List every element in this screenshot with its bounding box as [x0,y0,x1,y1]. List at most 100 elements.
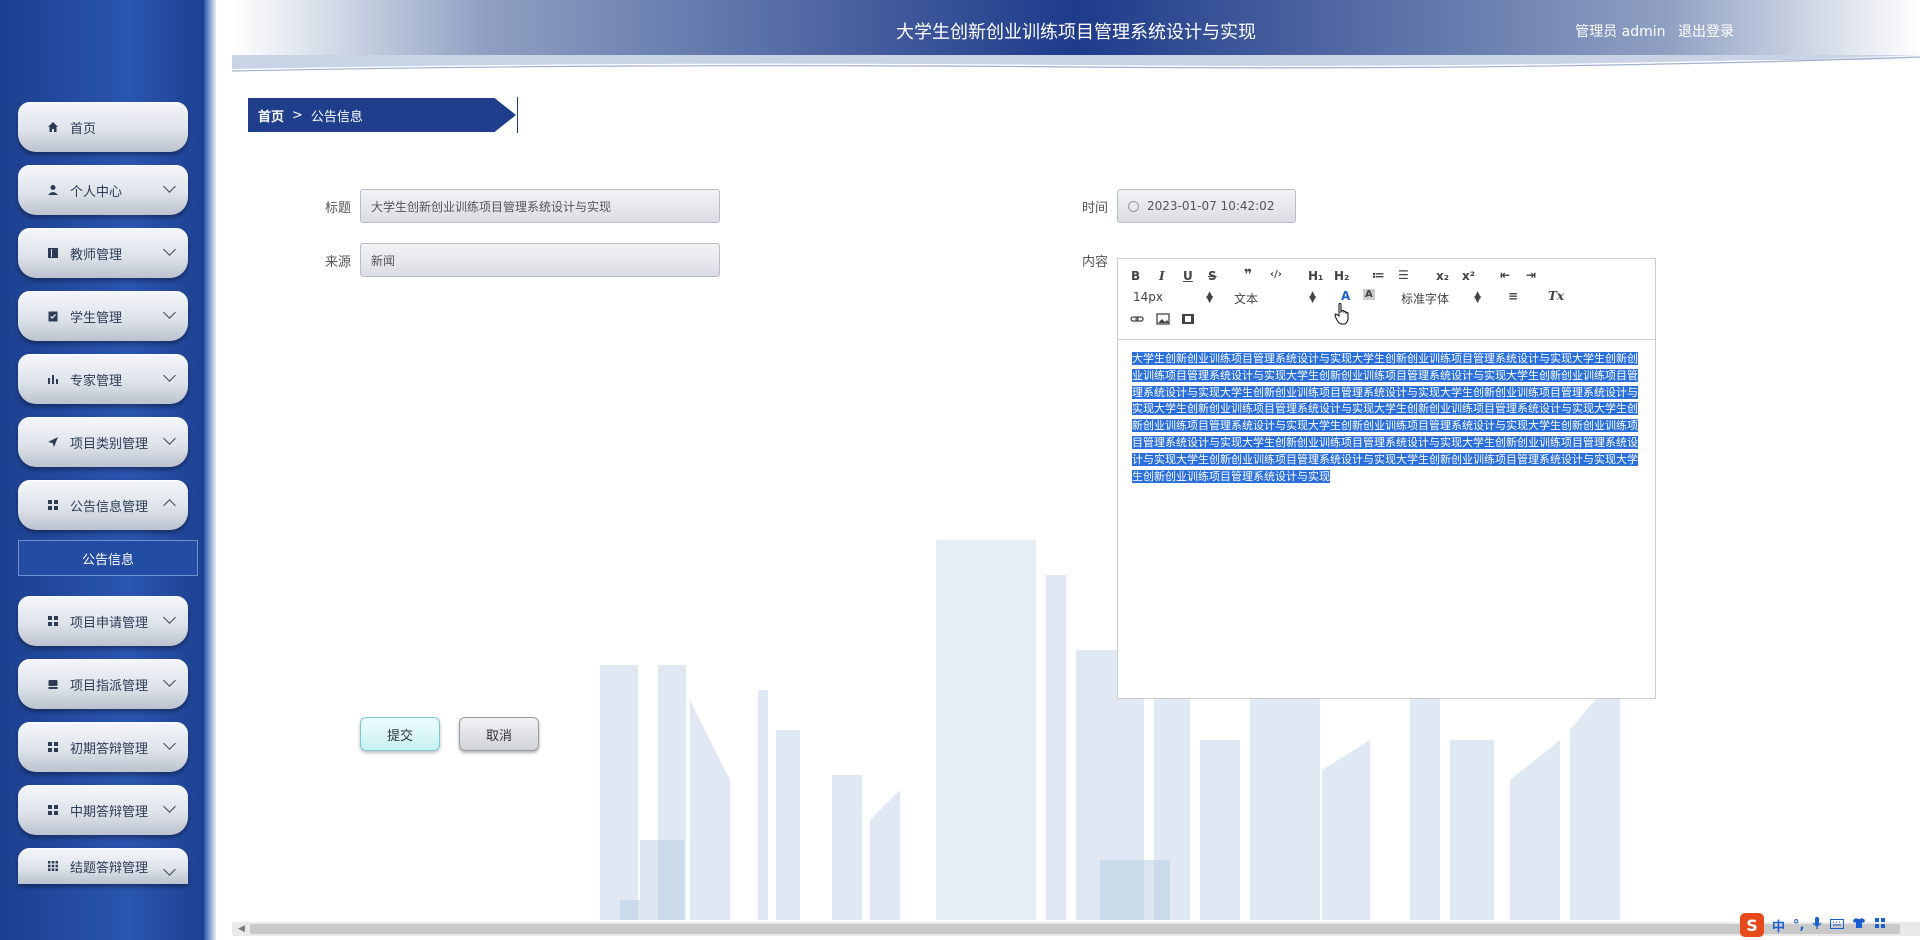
apps-icon [46,859,60,873]
title-field-value: 大学生创新创业训练项目管理系统设计与实现 [371,199,612,214]
bold-button[interactable]: B [1131,269,1140,283]
outdent-button[interactable]: ⇤ [1500,268,1510,282]
superscript-button[interactable]: x² [1462,269,1475,283]
editor-toolbar: B I U S ❞ ‹/› H₁ H₂ ≔ ☰ x₂ x² ⇤ ⇥ 14px ▲ ▼… [1118,259,1655,340]
blockquote-button[interactable]: ❞ [1244,267,1252,283]
video-icon[interactable] [1181,313,1195,328]
logout-link[interactable]: 退出登录 [1678,24,1734,40]
select-arrows-icon: ▲ ▼ [1474,290,1481,305]
sidebar-item-project-assignment[interactable]: 项目指派管理 [18,659,188,709]
ime-grid-icon[interactable] [1874,917,1886,933]
sogou-logo-icon[interactable]: S [1740,913,1764,937]
font-color-button[interactable]: A [1341,289,1350,303]
grid-icon [46,614,60,628]
clock-icon [1128,200,1139,212]
editor-content[interactable]: 大学生创新创业训练项目管理系统设计与实现大学生创新创业训练项目管理系统设计与实现… [1132,351,1638,485]
source-field[interactable]: 新闻 [360,243,720,277]
breadcrumb-separator: > [292,107,303,123]
ime-language-toggle[interactable]: 中 [1772,916,1785,935]
top-header: 大学生创新创业训练项目管理系统设计与实现 管理员 admin 退出登录 [232,0,1920,60]
content-label: 内容 [1082,255,1109,270]
chevron-up-icon [163,499,176,512]
sidebar-item-final-defense[interactable]: 结题答辩管理 [18,848,188,884]
submit-button[interactable]: 提交 [360,717,440,751]
background-color-button[interactable]: A [1363,289,1375,300]
source-field-value: 新闻 [371,253,396,268]
header-wave-decoration [232,55,1920,72]
user-name: 管理员 admin [1575,24,1666,40]
time-field[interactable]: 2023-01-07 10:42:02 [1117,189,1296,223]
keyboard-icon[interactable] [1830,918,1845,933]
sidebar-item-label: 项目指派管理 [70,678,149,694]
scrollbar-thumb[interactable] [250,924,1900,934]
breadcrumb-home[interactable]: 首页 [258,106,284,125]
link-icon[interactable] [1130,313,1144,328]
hand-cursor-icon [1334,303,1349,325]
user-area: 管理员 admin 退出登录 [1567,21,1734,41]
source-label: 来源 [325,255,352,270]
book-icon [46,246,60,260]
sidebar: 首页 个人中心 教师管理 学生管理 专家管理 项目类别管理 公告信息管理 公告信… [0,0,216,940]
ime-punctuation-toggle[interactable]: °, [1793,918,1804,933]
horizontal-scrollbar[interactable]: ◀ [232,922,1920,936]
sidebar-item-announcements[interactable]: 公告信息管理 [18,480,188,530]
heading2-button[interactable]: H₂ [1334,269,1349,283]
user-icon [46,183,60,197]
send-icon [46,435,60,449]
ime-toolbar: S 中 °, [1740,910,1920,940]
skin-shirt-icon[interactable] [1852,917,1866,933]
text-format-select[interactable]: 文本 ▲ ▼ [1234,290,1316,307]
chevron-down-icon [163,611,176,624]
font-size-select[interactable]: 14px ▲ ▼ [1133,290,1213,305]
home-icon [46,120,60,134]
sidebar-item-label: 初期答辩管理 [70,741,149,757]
sidebar-item-teachers[interactable]: 教师管理 [18,228,188,278]
chevron-down-icon [163,306,176,319]
chevron-down-icon [163,432,176,445]
scroll-left-icon[interactable]: ◀ [238,924,245,934]
strikethrough-button[interactable]: S [1208,269,1217,283]
sidebar-item-label: 中期答辩管理 [70,804,149,820]
sidebar-item-label: 教师管理 [70,247,123,263]
microphone-icon[interactable] [1812,916,1822,934]
title-field[interactable]: 大学生创新创业训练项目管理系统设计与实现 [360,189,720,223]
sidebar-subitem-announcement-info[interactable]: 公告信息 [18,540,198,576]
breadcrumb: 首页 > 公告信息 [248,98,516,132]
rich-text-editor[interactable]: B I U S ❞ ‹/› H₁ H₂ ≔ ☰ x₂ x² ⇤ ⇥ 14px ▲ ▼… [1117,258,1656,699]
subscript-button[interactable]: x₂ [1436,269,1449,283]
chevron-down-icon [163,737,176,750]
code-block-button[interactable]: ‹/› [1270,269,1282,280]
underline-button[interactable]: U [1183,269,1193,283]
chevron-down-icon [163,369,176,382]
ordered-list-button[interactable]: ≔ [1372,268,1385,282]
grid-icon [46,803,60,817]
sidebar-item-initial-defense[interactable]: 初期答辩管理 [18,722,188,772]
sidebar-item-label: 首页 [70,121,97,137]
italic-button[interactable]: I [1159,269,1165,283]
indent-button[interactable]: ⇥ [1526,268,1536,282]
breadcrumb-divider [517,97,518,133]
sidebar-item-midterm-defense[interactable]: 中期答辩管理 [18,785,188,835]
sidebar-item-experts[interactable]: 专家管理 [18,354,188,404]
chevron-down-icon [163,180,176,193]
sidebar-item-students[interactable]: 学生管理 [18,291,188,341]
select-arrows-icon: ▲ ▼ [1206,290,1213,305]
sidebar-item-home[interactable]: 首页 [18,102,188,152]
bullet-list-button[interactable]: ☰ [1398,268,1409,282]
chevron-down-icon [163,863,176,876]
sidebar-item-label: 个人中心 [70,184,123,200]
clear-format-button[interactable]: Tx [1548,289,1564,303]
title-label: 标题 [325,201,352,216]
sidebar-item-personal-center[interactable]: 个人中心 [18,165,188,215]
font-size-value: 14px [1133,290,1163,304]
text-format-value: 文本 [1234,292,1259,306]
font-family-select[interactable]: 标准字体 ▲ ▼ [1401,290,1481,307]
chevron-down-icon [163,243,176,256]
align-button[interactable]: ≡ [1508,289,1518,303]
heading1-button[interactable]: H₁ [1308,269,1323,283]
sidebar-item-project-applications[interactable]: 项目申请管理 [18,596,188,646]
image-icon[interactable] [1156,313,1170,328]
breadcrumb-current: 公告信息 [310,109,363,125]
cancel-button[interactable]: 取消 [459,717,539,751]
sidebar-item-project-categories[interactable]: 项目类别管理 [18,417,188,467]
